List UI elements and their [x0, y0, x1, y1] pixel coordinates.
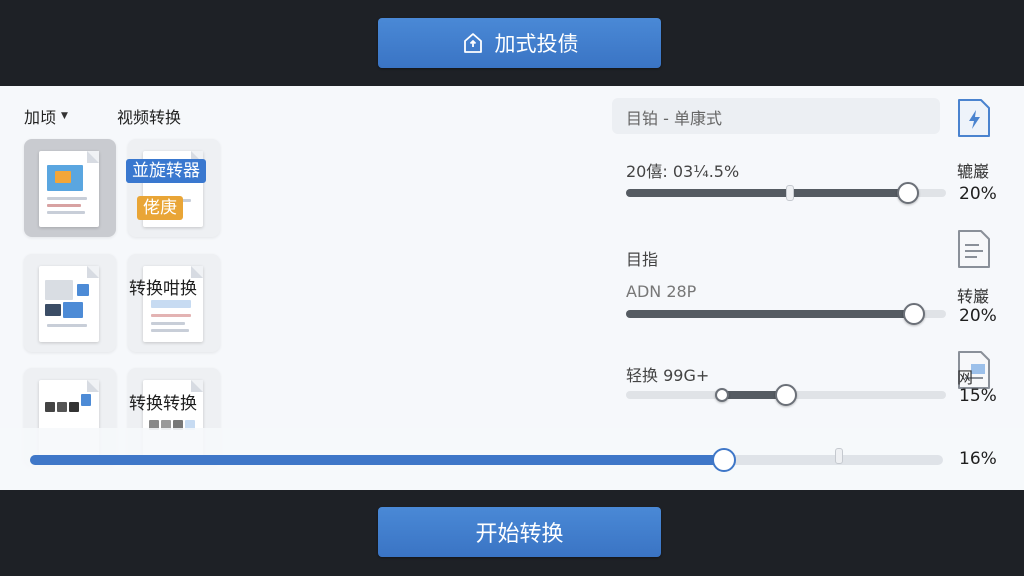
resolution-slider-handle[interactable] — [903, 303, 925, 325]
bitrate-min-handle[interactable] — [715, 388, 729, 402]
progress-percent: 16% — [959, 449, 997, 469]
conversion-progress-bar[interactable] — [30, 455, 943, 465]
param-side-label: 转巖 — [957, 287, 990, 306]
bottom-toolbar: 开始转换 — [0, 490, 1024, 576]
top-toolbar: 加式投债 — [0, 0, 1024, 86]
param-percent: 20% — [959, 184, 997, 204]
param-percent: 20% — [959, 306, 997, 326]
param-side-label: 辘巖 — [957, 162, 990, 181]
resolution-label: ADN 28P — [626, 282, 697, 301]
file-name: 转换转换 — [129, 394, 197, 414]
tab-video-convert[interactable]: 视频转换 — [117, 104, 181, 128]
progress-handle[interactable] — [711, 448, 736, 472]
resolution-slider[interactable] — [626, 310, 946, 318]
progress-notch — [835, 448, 843, 464]
category-dropdown-label: 加顷 — [24, 108, 57, 127]
format-tag: 並旋转器 — [126, 159, 206, 183]
bitrate-max-handle[interactable] — [775, 384, 797, 406]
file-thumbnail[interactable] — [24, 254, 116, 352]
home-upload-icon — [463, 33, 482, 53]
param-label: 目指 — [626, 250, 659, 269]
document-icon — [39, 151, 99, 227]
output-format-field[interactable]: 目铂 - 单康式 — [612, 98, 940, 134]
param-side-label: 网 — [957, 368, 974, 387]
file-name: 转换咁换 — [129, 279, 197, 299]
conversion-progress-fill — [30, 455, 724, 465]
lightning-doc-icon[interactable] — [957, 98, 991, 138]
add-files-button[interactable]: 加式投债 — [378, 18, 661, 68]
param-label: 20僖: 03¼.5% — [626, 162, 740, 181]
document-icon — [39, 266, 99, 342]
resolution-slider-fill — [626, 310, 914, 318]
caret-down-icon: ▼ — [61, 111, 68, 121]
start-convert-button[interactable]: 开始转换 — [378, 507, 661, 557]
file-thumbnail[interactable] — [24, 139, 116, 237]
file-thumbnail[interactable] — [128, 139, 220, 237]
quality-slider-handle[interactable] — [896, 182, 919, 204]
text-doc-icon[interactable] — [957, 229, 991, 269]
param-label: 轻换 99G+ — [626, 366, 710, 385]
conversion-panel: 加顷 ▼ 视频转换 並旋转器 佬庚 转换咁换 转换转换 目铂 - 单康式 20僖… — [0, 86, 1024, 490]
param-percent: 15% — [959, 386, 997, 406]
slider-notch — [786, 185, 794, 201]
quality-slider-fill — [626, 189, 908, 197]
category-dropdown[interactable]: 加顷 ▼ — [24, 104, 68, 128]
add-files-label: 加式投债 — [494, 32, 579, 56]
status-badge: 佬庚 — [137, 196, 183, 220]
file-thumbnail[interactable] — [128, 254, 220, 352]
